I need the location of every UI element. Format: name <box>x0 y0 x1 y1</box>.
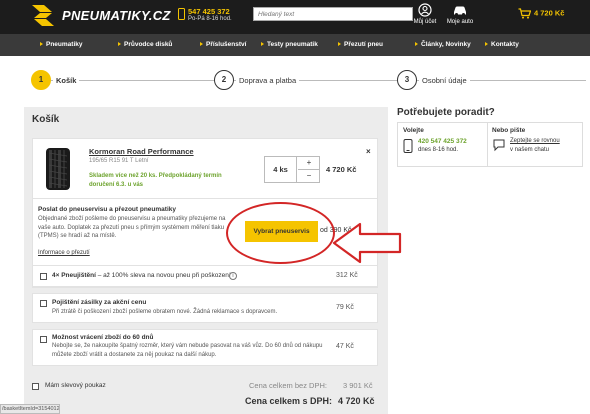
option-description: Nebojte se, že nakoupíte špatný rozměr, … <box>52 343 323 358</box>
service-info-link[interactable]: Informace o přezutí <box>38 250 90 256</box>
help-chat-sub: v našem chatu <box>510 147 550 153</box>
total-no-vat-label: Cena celkem bez DPH: <box>249 381 327 390</box>
discount-label[interactable]: Mám slevový poukaz <box>45 382 106 389</box>
help-call-heading: Volejte <box>403 127 424 134</box>
help-phone-link[interactable]: 420 547 425 372 <box>418 138 467 145</box>
step-3-circle: 3 <box>397 70 417 90</box>
nav-item-prislusenstvi[interactable]: Příslušenství <box>200 34 246 56</box>
cart-button[interactable]: 4 720 Kč <box>518 8 564 19</box>
option-title-bold: Pojištění zásilky za akční cenu <box>52 299 147 306</box>
product-price: 4 720 Kč <box>326 165 357 174</box>
option-description: Při ztrátě či poškození zboží pošleme ob… <box>52 309 278 315</box>
product-spec: 195/65 R15 91 T Letní <box>89 158 149 164</box>
search-box <box>253 7 413 21</box>
account-label: Můj účet <box>413 19 437 25</box>
service-title: Poslat do pneuservisu a přezout pneumati… <box>38 206 176 213</box>
tire-image[interactable] <box>43 147 73 191</box>
option-title: Možnost vrácení zboží do 60 dnů <box>52 334 153 341</box>
step-2-label[interactable]: Doprava a platba <box>236 76 300 85</box>
product-delivery-line: doručení 6.3. u vás <box>89 182 144 188</box>
nav-item-clanky[interactable]: Články, Novinky <box>415 34 471 56</box>
help-write-heading: Nebo pište <box>492 127 526 134</box>
user-icon <box>418 3 432 17</box>
status-bar: /basketItemId=3154012 <box>0 404 60 414</box>
nav-item-prezuti-pneu[interactable]: Přezutí pneu <box>338 34 383 56</box>
car-icon <box>454 6 466 16</box>
nav-item-kontakty[interactable]: Kontakty <box>485 34 519 56</box>
chat-icon <box>493 139 505 152</box>
option-price: 312 Kč <box>336 272 358 279</box>
logo-text[interactable]: PNEUMATIKY.CZ <box>62 8 171 23</box>
search-input[interactable] <box>254 8 412 20</box>
phone-icon <box>403 139 413 153</box>
total-value: 4 720 Kč <box>338 396 375 406</box>
total-label: Cena celkem s DPH: <box>245 396 333 406</box>
annotation-ellipse <box>226 202 335 264</box>
option-row-return: Možnost vrácení zboží do 60 dnů Nebojte … <box>32 329 378 366</box>
cart-total: 4 720 Kč <box>534 8 565 18</box>
logo-icon[interactable] <box>32 5 62 27</box>
step-1-circle: 1 <box>31 70 51 90</box>
product-stock-status: Skladem více než 20 ks. Předpokládaný te… <box>89 172 259 190</box>
option-title: Pojištění zásilky za akční cenu <box>52 299 146 306</box>
phone-icon <box>178 8 185 20</box>
my-car-button[interactable]: Moje auto <box>440 3 480 25</box>
step-2-circle: 2 <box>214 70 234 90</box>
option-checkbox[interactable] <box>40 273 47 280</box>
help-title: Potřebujete poradit? <box>397 107 495 118</box>
help-chat-link[interactable]: Zeptejte se rovnou <box>510 138 560 144</box>
option-title-rest: – až 100% sleva na novou pneu při poškoz… <box>95 272 231 279</box>
quantity-plus-button[interactable]: + <box>298 157 320 170</box>
discount-checkbox[interactable] <box>32 383 39 390</box>
my-car-label: Moje auto <box>446 19 474 25</box>
option-title-bold: Možnost vrácení zboží do 60 dnů <box>52 334 154 341</box>
option-title-bold: 4× Pneujištění <box>52 272 96 279</box>
remove-item-icon[interactable]: × <box>366 147 371 156</box>
total-no-vat: 3 901 Kč <box>343 381 373 390</box>
header-phone-hours: Po-Pá 8-16 hod. <box>188 16 232 22</box>
account-button[interactable]: Můj účet <box>405 3 445 25</box>
option-price: 47 Kč <box>336 343 354 350</box>
help-divider <box>487 122 488 167</box>
header-phone[interactable]: 547 425 372 <box>188 7 230 16</box>
option-row-insurance: 4× Pneujištění – až 100% sleva na novou … <box>32 265 378 287</box>
step-1-label[interactable]: Košík <box>53 76 80 85</box>
step-3-label[interactable]: Osobní údaje <box>419 76 470 85</box>
info-icon[interactable]: i <box>229 272 237 280</box>
option-checkbox[interactable] <box>40 300 47 307</box>
annotation-arrow-icon <box>332 222 402 264</box>
divider <box>32 198 378 199</box>
nav-item-pruvodce-disku[interactable]: Průvodce disků <box>118 34 172 56</box>
help-hours: dnes 8-16 hod. <box>418 147 459 153</box>
main-nav: Pneumatiky Průvodce disků Příslušenství … <box>0 34 590 56</box>
product-name-link[interactable]: Kormoran Road Performance <box>89 147 194 156</box>
nav-item-pneumatiky[interactable]: Pneumatiky <box>40 34 83 56</box>
nav-item-testy-pneumatik[interactable]: Testy pneumatik <box>261 34 318 56</box>
cart-icon <box>518 8 532 19</box>
option-title: 4× Pneujištění – až 100% sleva na novou … <box>52 272 231 279</box>
cart-title: Košík <box>32 114 60 125</box>
service-description: Objednané zboží pošleme do pneuservisu a… <box>38 216 226 240</box>
option-row-shipping-insurance: Pojištění zásilky za akční cenu Při ztrá… <box>32 293 378 323</box>
quantity-value[interactable]: 4 ks <box>265 157 297 182</box>
quantity-minus-button[interactable]: − <box>298 170 320 183</box>
quantity-stepper: 4 ks + − <box>264 156 320 183</box>
option-price: 79 Kč <box>336 304 354 311</box>
option-checkbox[interactable] <box>40 336 47 343</box>
product-stock-line: Skladem více než 20 ks. Předpokládaný te… <box>89 173 222 179</box>
site-header: PNEUMATIKY.CZ 547 425 372 Po-Pá 8-16 hod… <box>0 0 590 34</box>
